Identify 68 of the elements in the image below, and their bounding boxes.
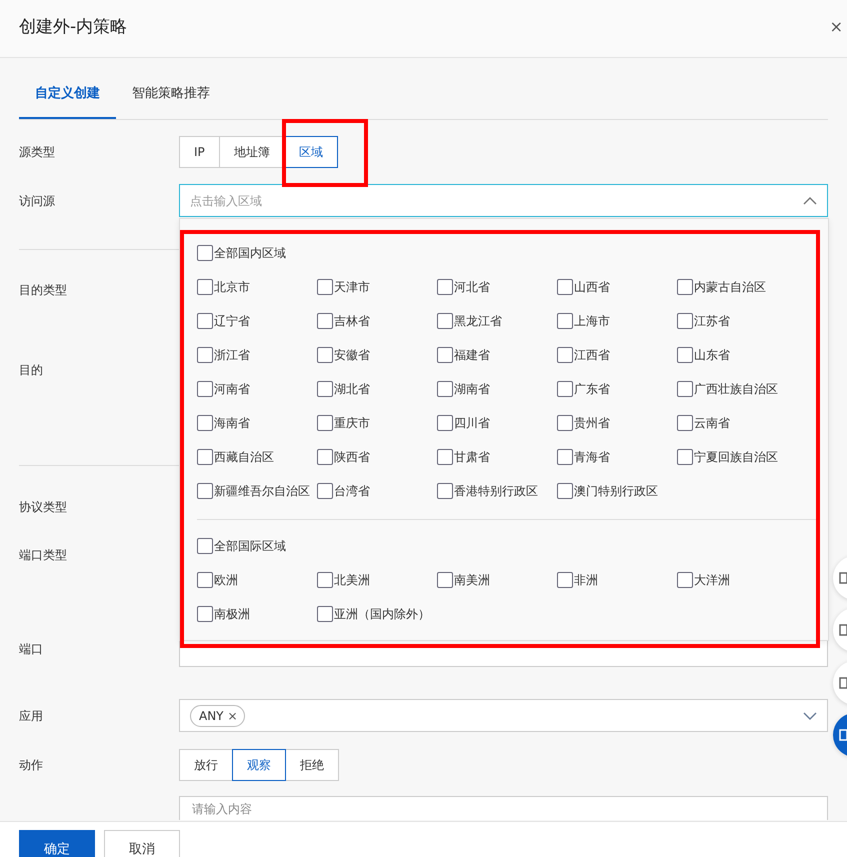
region-checkbox[interactable]: 全部国际区域: [197, 536, 828, 556]
region-checkbox[interactable]: 安徽省: [317, 345, 437, 365]
tag-remove-button[interactable]: ×: [228, 706, 238, 724]
region-checkbox[interactable]: 江苏省: [677, 311, 797, 331]
region-checkbox[interactable]: 贵州省: [557, 413, 677, 433]
segment-button[interactable]: 区域: [284, 136, 338, 168]
region-checkbox[interactable]: 南美洲: [437, 570, 557, 590]
region-checkbox[interactable]: 重庆市: [317, 413, 437, 433]
app-select[interactable]: ANY ×: [179, 699, 828, 732]
region-checkbox[interactable]: 宁夏回族自治区: [677, 447, 797, 467]
field-label: 目的类型: [19, 283, 67, 297]
region-checkbox[interactable]: 山西省: [557, 277, 677, 297]
tab[interactable]: 自定义创建: [19, 84, 116, 119]
region-checkbox[interactable]: 北美洲: [317, 570, 437, 590]
region-checkbox[interactable]: 北京市: [197, 277, 317, 297]
region-checkbox[interactable]: 南极洲: [197, 604, 317, 624]
tab[interactable]: 智能策略推荐: [116, 84, 226, 119]
field-label: 目的: [19, 363, 43, 377]
segment-button[interactable]: IP: [179, 136, 220, 168]
field-label: 应用: [19, 708, 43, 722]
confirm-button[interactable]: 确定: [19, 830, 95, 857]
region-checkbox[interactable]: 全部国内区域: [197, 243, 828, 263]
segment-button[interactable]: 拒绝: [285, 749, 339, 781]
description-textarea[interactable]: 请输入内容: [179, 796, 828, 820]
region-checkbox[interactable]: 山东省: [677, 345, 797, 365]
field-label: 协议类型: [19, 500, 67, 514]
region-checkbox[interactable]: 新疆维吾尔自治区: [197, 481, 317, 501]
region-checkbox[interactable]: 广西壮族自治区: [677, 379, 797, 399]
region-checkbox[interactable]: 台湾省: [317, 481, 437, 501]
region-checkbox[interactable]: 湖北省: [317, 379, 437, 399]
region-checkbox[interactable]: 天津市: [317, 277, 437, 297]
region-checkbox[interactable]: 云南省: [677, 413, 797, 433]
region-checkbox[interactable]: 大洋洲: [677, 570, 797, 590]
region-checkbox[interactable]: 青海省: [557, 447, 677, 467]
region-checkbox[interactable]: 欧洲: [197, 570, 317, 590]
region-checkbox[interactable]: 河北省: [437, 277, 557, 297]
dialog-title: 创建外-内策略: [19, 16, 128, 39]
region-checkbox[interactable]: 吉林省: [317, 311, 437, 331]
region-checkbox[interactable]: 西藏自治区: [197, 447, 317, 467]
region-checkbox[interactable]: 香港特别行政区: [437, 481, 557, 501]
segment-button[interactable]: 地址簿: [218, 136, 285, 168]
region-checkbox[interactable]: 亚洲（国内除外）: [317, 604, 437, 624]
field-label: 动作: [19, 758, 43, 772]
region-checkbox[interactable]: 内蒙古自治区: [677, 277, 797, 297]
field-label: 端口: [19, 642, 43, 656]
region-checkbox[interactable]: 辽宁省: [197, 311, 317, 331]
region-checkbox[interactable]: 非洲: [557, 570, 677, 590]
region-checkbox[interactable]: 江西省: [557, 345, 677, 365]
segment-button[interactable]: 观察: [232, 749, 286, 781]
region-checkbox[interactable]: 上海市: [557, 311, 677, 331]
segment-button[interactable]: 放行: [179, 749, 233, 781]
region-checkbox[interactable]: 澳门特别行政区: [557, 481, 677, 501]
region-checkbox[interactable]: 湖南省: [437, 379, 557, 399]
cancel-button[interactable]: 取消: [104, 830, 180, 857]
region-checkbox[interactable]: 广东省: [557, 379, 677, 399]
field-label: 源类型: [19, 145, 55, 159]
field-label: 端口类型: [19, 548, 67, 562]
region-checkbox[interactable]: 陕西省: [317, 447, 437, 467]
region-checkbox[interactable]: 甘肃省: [437, 447, 557, 467]
close-button[interactable]: ×: [830, 15, 843, 39]
region-checkbox[interactable]: 福建省: [437, 345, 557, 365]
region-checkbox[interactable]: 四川省: [437, 413, 557, 433]
region-checkbox[interactable]: 河南省: [197, 379, 317, 399]
tag-label: ANY: [199, 708, 224, 724]
field-label: 访问源: [19, 194, 55, 208]
region-checkbox[interactable]: 海南省: [197, 413, 317, 433]
region-checkbox[interactable]: 黑龙江省: [437, 311, 557, 331]
region-checkbox[interactable]: 浙江省: [197, 345, 317, 365]
